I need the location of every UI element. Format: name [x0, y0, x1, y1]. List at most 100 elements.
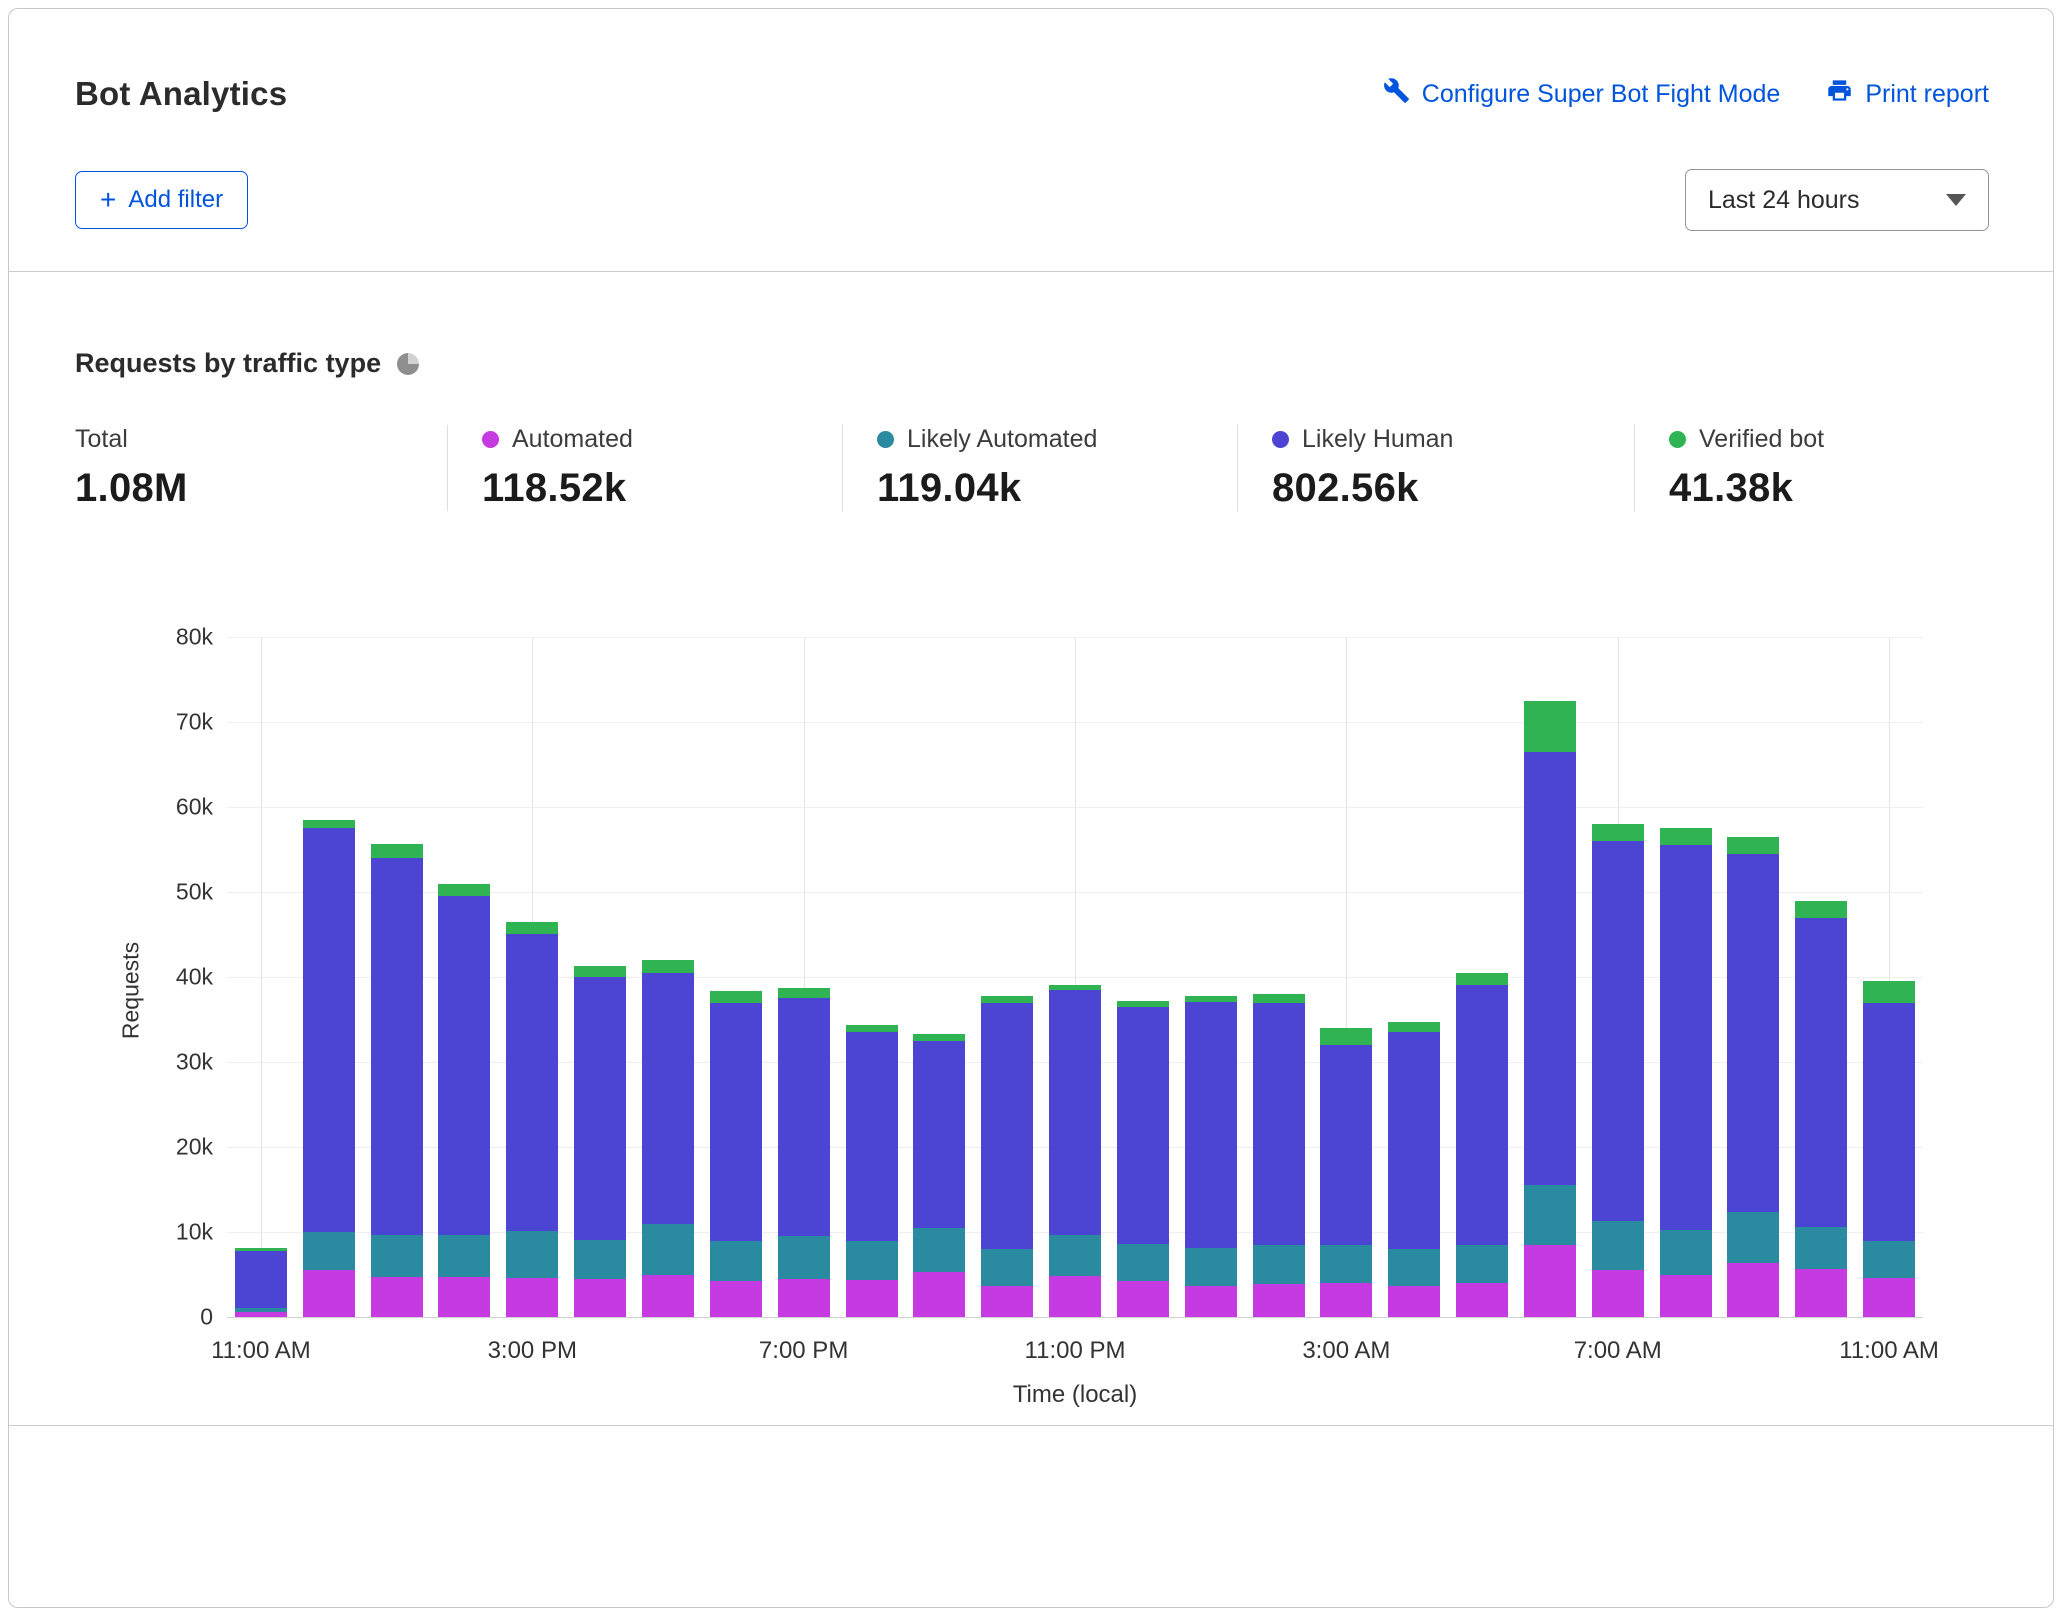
y-tick-label: 30k [176, 1049, 213, 1076]
stacked-bar[interactable] [303, 820, 355, 1317]
x-tick-label: 11:00 AM [1839, 1337, 1939, 1365]
y-tick-label: 60k [176, 794, 213, 821]
plus-icon: + [100, 190, 116, 210]
stacked-bar[interactable] [642, 960, 694, 1317]
stacked-bar[interactable] [1117, 1001, 1169, 1317]
bar-segment-likely-automated [1320, 1245, 1372, 1283]
bar-slot [770, 637, 838, 1317]
printer-icon [1826, 77, 1853, 111]
stacked-bar[interactable] [710, 991, 762, 1317]
stacked-bar[interactable] [1863, 981, 1915, 1317]
x-tick-label: 11:00 PM [1025, 1337, 1126, 1365]
y-tick-label: 50k [176, 879, 213, 906]
stacked-bar[interactable] [1524, 701, 1576, 1317]
bar-segment-verified-bot [1660, 828, 1712, 845]
bar-slot [1855, 637, 1923, 1317]
bar-segment-likely-automated [642, 1224, 694, 1275]
stacked-bar[interactable] [1727, 837, 1779, 1317]
stacked-bar[interactable] [1660, 828, 1712, 1317]
bar-slot [905, 637, 973, 1317]
bar-segment-automated [1456, 1283, 1508, 1317]
stacked-bar[interactable] [913, 1034, 965, 1317]
card-body: Requests by traffic type Total 1.08M Aut… [9, 272, 2053, 1426]
stacked-bar[interactable] [235, 1248, 287, 1317]
bar-segment-likely-automated [371, 1235, 423, 1278]
likely-automated-dot-icon [877, 431, 894, 448]
bar-segment-verified-bot [710, 991, 762, 1003]
bar-segment-likely-automated [1117, 1244, 1169, 1281]
bar-segment-verified-bot [1388, 1022, 1440, 1032]
stacked-bar[interactable] [1253, 994, 1305, 1317]
bar-segment-automated [778, 1279, 830, 1317]
configure-super-bot-fight-mode-link[interactable]: Configure Super Bot Fight Mode [1383, 77, 1781, 111]
x-tick-label: 7:00 PM [759, 1337, 848, 1365]
bar-segment-likely-human [913, 1041, 965, 1228]
bar-segment-verified-bot [303, 820, 355, 829]
stacked-bar[interactable] [506, 922, 558, 1317]
bar-segment-likely-human [235, 1251, 287, 1308]
stat-verified-bot[interactable]: Verified bot 41.38k [1634, 425, 1974, 511]
bar-segment-likely-human [1253, 1003, 1305, 1245]
stacked-bar[interactable] [371, 844, 423, 1317]
y-tick-label: 80k [176, 624, 213, 651]
bar-segment-verified-bot [371, 844, 423, 859]
bar-segment-verified-bot [438, 884, 490, 897]
stacked-bar[interactable] [981, 996, 1033, 1317]
bar-segment-automated [574, 1279, 626, 1317]
bar-slot [702, 637, 770, 1317]
bar-segment-automated [235, 1312, 287, 1317]
section-divider [9, 1425, 2053, 1426]
bar-segment-likely-human [438, 896, 490, 1234]
bar-segment-automated [303, 1270, 355, 1317]
print-link-label: Print report [1865, 80, 1989, 109]
x-tick-label: 11:00 AM [211, 1337, 311, 1365]
bar-segment-automated [1660, 1275, 1712, 1318]
stacked-bar[interactable] [574, 966, 626, 1317]
bar-slot [295, 637, 363, 1317]
stat-automated[interactable]: Automated 118.52k [447, 425, 842, 511]
stacked-bar[interactable] [1320, 1028, 1372, 1317]
bar-segment-likely-human [1388, 1032, 1440, 1249]
bar-segment-verified-bot [981, 996, 1033, 1003]
stat-likely-automated[interactable]: Likely Automated 119.04k [842, 425, 1237, 511]
bar-segment-automated [913, 1272, 965, 1317]
bar-segment-likely-human [371, 858, 423, 1235]
stacked-bar[interactable] [438, 884, 490, 1317]
chevron-down-icon [1946, 194, 1966, 206]
bar-segment-automated [846, 1280, 898, 1317]
y-tick-label: 40k [176, 964, 213, 991]
stacked-bar[interactable] [1388, 1022, 1440, 1317]
bar-segment-likely-human [710, 1003, 762, 1241]
bar-segment-likely-automated [1049, 1235, 1101, 1276]
bar-segment-verified-bot [1524, 701, 1576, 752]
stacked-bar[interactable] [1592, 824, 1644, 1317]
bar-slot [838, 637, 906, 1317]
stat-likely-automated-label: Likely Automated [907, 425, 1097, 454]
stat-likely-human[interactable]: Likely Human 802.56k [1237, 425, 1634, 511]
bar-segment-automated [506, 1278, 558, 1317]
bar-segment-verified-bot [1185, 996, 1237, 1003]
bar-segment-likely-automated [913, 1228, 965, 1272]
bar-segment-automated [438, 1277, 490, 1317]
stacked-bar[interactable] [1049, 985, 1101, 1317]
time-range-value: Last 24 hours [1708, 186, 1860, 215]
bar-slot [1245, 637, 1313, 1317]
bar-segment-verified-bot [846, 1025, 898, 1033]
bar-segment-likely-automated [303, 1232, 355, 1270]
stacked-bar[interactable] [846, 1025, 898, 1317]
time-range-dropdown[interactable]: Last 24 hours [1685, 169, 1989, 231]
add-filter-button[interactable]: + Add filter [75, 171, 248, 229]
stacked-bar[interactable] [778, 988, 830, 1317]
stat-likely-human-label: Likely Human [1302, 425, 1453, 454]
add-filter-label: Add filter [128, 186, 223, 214]
bar-segment-likely-human [1727, 854, 1779, 1212]
print-report-link[interactable]: Print report [1826, 77, 1989, 111]
card-header: Bot Analytics Configure Super Bot Fight … [9, 9, 2053, 272]
bar-segment-likely-human [1660, 845, 1712, 1230]
stacked-bar[interactable] [1456, 973, 1508, 1317]
stacked-bar[interactable] [1795, 901, 1847, 1317]
stacked-bar[interactable] [1185, 996, 1237, 1317]
bar-segment-verified-bot [1320, 1028, 1372, 1045]
stat-total[interactable]: Total 1.08M [75, 425, 447, 511]
bar-segment-automated [642, 1275, 694, 1318]
